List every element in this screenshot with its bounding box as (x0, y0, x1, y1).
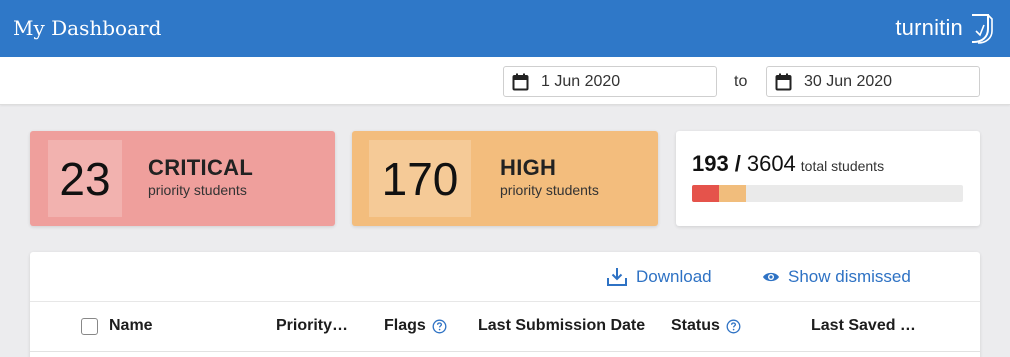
total-students-label: total students (800, 158, 885, 174)
date-filter-bar: 1 Jun 2020 to 30 Jun 2020 (0, 57, 1010, 105)
turnitin-logo[interactable]: turnitin (895, 10, 996, 46)
select-all-checkbox[interactable] (81, 318, 98, 335)
logo-wordmark: turnitin (895, 15, 963, 40)
show-dismissed-label: Show dismissed (788, 267, 911, 286)
column-header-priority[interactable]: Priority… (276, 317, 348, 335)
high-priority-card[interactable]: 170 HIGH priority students (352, 131, 658, 226)
column-header-last-submission-date[interactable]: Last Submission Date (478, 317, 645, 335)
date-range-to-label: to (734, 73, 748, 90)
column-header-flags[interactable]: Flags (384, 317, 447, 335)
column-header-status[interactable]: Status (671, 317, 741, 335)
download-label: Download (636, 267, 712, 286)
calendar-icon (512, 73, 529, 91)
total-student-count: 3604 (746, 151, 796, 176)
critical-sub-label: priority students (148, 182, 247, 198)
high-count: 170 (369, 140, 471, 217)
eye-icon (762, 270, 780, 284)
calendar-icon (775, 73, 792, 91)
end-date-value: 30 Jun 2020 (804, 72, 893, 90)
flagged-student-count: 193 (692, 151, 729, 176)
priority-distribution-bar (692, 185, 963, 202)
total-students-card: 193 / 3604 total students (676, 131, 980, 226)
critical-level-label: CRITICAL (148, 155, 254, 180)
high-bar-segment (719, 185, 747, 202)
help-icon[interactable] (726, 319, 741, 334)
app-header: My Dashboard turnitin (0, 0, 1010, 57)
help-icon[interactable] (432, 319, 447, 334)
column-header-last-saved[interactable]: Last Saved … (811, 317, 916, 335)
students-table-panel: Download Show dismissed Name Priority… F… (30, 252, 980, 357)
start-date-value: 1 Jun 2020 (541, 72, 621, 90)
start-date-picker[interactable]: 1 Jun 2020 (503, 66, 717, 97)
logo-mark-icon (972, 14, 993, 44)
header-bottom-border (30, 351, 980, 352)
show-dismissed-toggle[interactable]: Show dismissed (762, 267, 911, 287)
end-date-picker[interactable]: 30 Jun 2020 (766, 66, 980, 97)
table-header-row: Name Priority… Flags Last Submission Dat… (30, 302, 980, 351)
high-level-label: HIGH (500, 155, 557, 180)
page-title: My Dashboard (13, 16, 162, 40)
critical-bar-segment (692, 185, 720, 202)
critical-priority-card[interactable]: 23 CRITICAL priority students (30, 131, 335, 226)
column-header-name[interactable]: Name (109, 317, 153, 335)
download-button[interactable]: Download (606, 267, 712, 287)
download-icon (606, 267, 628, 287)
high-sub-label: priority students (500, 182, 599, 198)
count-separator: / (734, 151, 741, 176)
critical-count: 23 (48, 140, 122, 217)
